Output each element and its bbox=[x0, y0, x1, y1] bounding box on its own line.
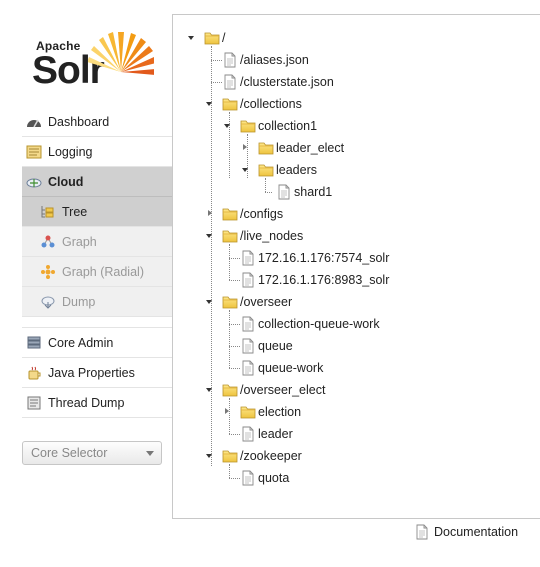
tree-toggle-expanded-icon[interactable] bbox=[224, 124, 230, 128]
graph-radial-icon bbox=[41, 265, 55, 279]
file-icon bbox=[240, 272, 256, 288]
file-icon bbox=[240, 426, 256, 442]
tree-toggle-expanded-icon[interactable] bbox=[206, 102, 212, 106]
logging-icon bbox=[26, 145, 42, 159]
sidebar-item-cloud[interactable]: Cloud bbox=[22, 167, 172, 197]
sidebar-item-graph[interactable]: Graph bbox=[22, 227, 172, 257]
tree-connector bbox=[229, 398, 230, 434]
tree-connector bbox=[229, 244, 230, 280]
file-icon bbox=[222, 74, 238, 90]
file-icon bbox=[240, 250, 256, 266]
solr-logo[interactable]: Apache Solr bbox=[30, 26, 160, 96]
folder-icon bbox=[258, 162, 274, 178]
sidebar-item-label: Graph bbox=[62, 235, 97, 249]
sidebar-item-dashboard[interactable]: Dashboard bbox=[22, 107, 172, 137]
file-icon bbox=[240, 316, 256, 332]
tree-toggle-expanded-icon[interactable] bbox=[242, 168, 248, 172]
sidebar-item-label: Core Admin bbox=[48, 336, 114, 350]
folder-icon bbox=[222, 228, 238, 244]
tree-panel: / /aliases.json /clusterstate.json /coll… bbox=[172, 14, 540, 519]
file-icon bbox=[240, 470, 256, 486]
sidebar-item-label: Java Properties bbox=[48, 366, 135, 380]
tree-toggle-expanded-icon[interactable] bbox=[206, 234, 212, 238]
chevron-down-icon bbox=[146, 451, 154, 456]
tree-connector bbox=[265, 178, 266, 192]
cloud-icon bbox=[26, 178, 42, 188]
thread-dump-icon bbox=[27, 396, 41, 410]
tree-connector bbox=[229, 112, 230, 178]
sidebar-item-tree[interactable]: Tree bbox=[22, 197, 172, 227]
documentation-label: Documentation bbox=[434, 525, 519, 539]
java-icon bbox=[28, 366, 41, 380]
tree-connector bbox=[211, 46, 212, 466]
tree-icon bbox=[41, 206, 54, 218]
sidebar-item-logging[interactable]: Logging bbox=[22, 137, 172, 167]
tree-toggle-expanded-icon[interactable] bbox=[206, 300, 212, 304]
folder-icon bbox=[258, 140, 274, 156]
file-icon bbox=[240, 338, 256, 354]
tree-toggle-collapsed-icon[interactable] bbox=[243, 144, 247, 150]
tree-connector bbox=[229, 346, 240, 347]
tree-toggle-expanded-icon[interactable] bbox=[188, 36, 194, 40]
folder-icon bbox=[222, 96, 238, 112]
tree-toggle-collapsed-icon[interactable] bbox=[208, 210, 212, 216]
solr-sun-icon bbox=[88, 32, 154, 75]
graph-icon bbox=[41, 235, 55, 248]
folder-icon bbox=[222, 294, 238, 310]
file-icon bbox=[222, 52, 238, 68]
sidebar-item-java-properties[interactable]: Java Properties bbox=[22, 358, 172, 388]
sidebar-item-thread-dump[interactable]: Thread Dump bbox=[22, 388, 172, 418]
folder-icon bbox=[222, 382, 238, 398]
tree-connector bbox=[229, 280, 240, 281]
tree-connector bbox=[229, 478, 240, 479]
sidebar-item-label: Cloud bbox=[48, 175, 84, 189]
tree-connector bbox=[229, 464, 230, 478]
dashboard-icon bbox=[27, 119, 41, 128]
folder-icon bbox=[222, 206, 238, 222]
tree-connector bbox=[211, 82, 222, 83]
sidebar-item-label: Tree bbox=[62, 205, 88, 219]
tree-toggle-collapsed-icon[interactable] bbox=[225, 408, 229, 414]
tree-connector bbox=[265, 192, 272, 193]
core-admin-icon bbox=[27, 336, 41, 349]
folder-icon bbox=[222, 448, 238, 464]
dump-icon bbox=[41, 296, 55, 309]
tree-connector bbox=[229, 310, 230, 368]
sidebar-item-label: Thread Dump bbox=[48, 396, 125, 410]
tree-connector bbox=[211, 60, 222, 61]
sidebar-item-label: Dashboard bbox=[48, 115, 110, 129]
folder-icon bbox=[240, 404, 256, 420]
tree-toggle-expanded-icon[interactable] bbox=[206, 454, 212, 458]
file-icon bbox=[240, 360, 256, 376]
sidebar-item-dump[interactable]: Dump bbox=[22, 287, 172, 317]
file-icon bbox=[276, 184, 292, 200]
sidebar-nav: Dashboard Logging Cloud Tree Graph Graph… bbox=[22, 107, 172, 418]
tree-connector bbox=[229, 258, 240, 259]
tree-toggle-expanded-icon[interactable] bbox=[206, 388, 212, 392]
folder-icon bbox=[240, 118, 256, 134]
sidebar-item-core-admin[interactable]: Core Admin bbox=[22, 328, 172, 358]
cloud-submenu: Tree Graph Graph (Radial) Dump bbox=[22, 197, 172, 317]
sidebar-item-label: Logging bbox=[48, 145, 93, 159]
tree-connector bbox=[229, 324, 240, 325]
core-selector-label: Core Selector bbox=[31, 446, 108, 460]
sidebar-item-graph-radial[interactable]: Graph (Radial) bbox=[22, 257, 172, 287]
core-selector-dropdown[interactable]: Core Selector bbox=[22, 441, 162, 465]
folder-icon bbox=[204, 30, 220, 46]
sidebar-item-label: Dump bbox=[62, 295, 96, 309]
sidebar-divider bbox=[22, 317, 172, 328]
tree-connector bbox=[229, 434, 240, 435]
document-icon bbox=[414, 524, 430, 540]
sidebar-item-label: Graph (Radial) bbox=[62, 265, 144, 279]
tree-connector bbox=[229, 368, 240, 369]
